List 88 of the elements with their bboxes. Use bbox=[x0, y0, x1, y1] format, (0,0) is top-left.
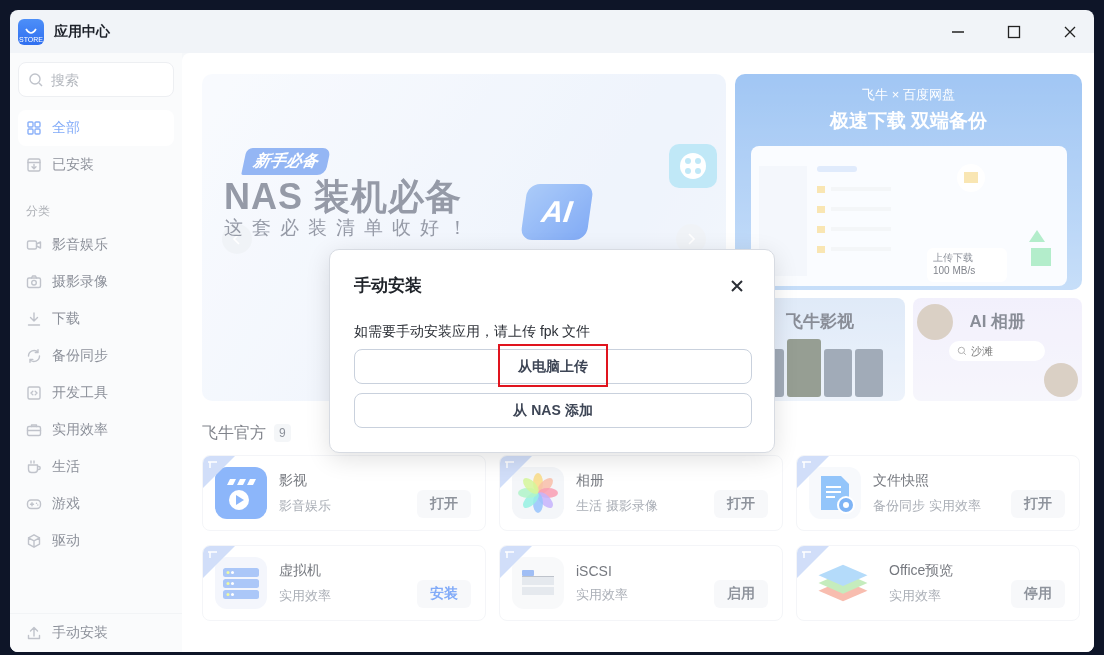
banner-subline: 这套必装清单收好！ bbox=[224, 216, 476, 240]
sidebar-item[interactable]: 影音娱乐 bbox=[18, 227, 174, 263]
upload-option-button[interactable]: 从 NAS 添加 bbox=[354, 393, 752, 428]
storage-rack-icon bbox=[512, 557, 564, 609]
banner-headline: NAS 装机必备 bbox=[224, 177, 462, 217]
app-action-button[interactable]: 打开 bbox=[417, 490, 471, 518]
photo-placeholder bbox=[1044, 363, 1078, 397]
app-tags: 影音娱乐 bbox=[279, 496, 405, 515]
corner-ribbon bbox=[500, 456, 532, 488]
search-text: 沙滩 bbox=[971, 343, 994, 359]
category-heading: 分类 bbox=[25, 203, 51, 220]
app-name: 相册 bbox=[576, 471, 605, 490]
sidebar-item[interactable]: 驱动 bbox=[18, 523, 174, 559]
app-card[interactable]: Office预览 实用效率 停用 bbox=[796, 545, 1080, 621]
grid-icon bbox=[26, 120, 42, 136]
app-name: Office预览 bbox=[889, 561, 955, 580]
speed-label: 上传下载 bbox=[933, 251, 974, 265]
dialog-message: 如需要手动安装应用，请上传 fpk 文件 bbox=[354, 323, 592, 341]
flower-app-icon bbox=[512, 467, 564, 519]
app-tags: 实用效率 bbox=[576, 585, 702, 604]
sidebar-item[interactable]: 备份同步 bbox=[18, 338, 174, 374]
search-icon bbox=[28, 72, 44, 88]
cube-icon bbox=[26, 533, 42, 549]
app-name: 文件快照 bbox=[873, 471, 930, 490]
sidebar-item[interactable]: 已安装 bbox=[18, 147, 174, 183]
gamepad-icon bbox=[26, 496, 42, 512]
installed-icon bbox=[26, 157, 42, 173]
photos-tile[interactable]: AI 相册 沙滩 bbox=[912, 298, 1082, 401]
tile-title: AI 相册 bbox=[969, 311, 1026, 333]
video-icon bbox=[26, 237, 42, 253]
app-card[interactable]: 相册 生活 摄影录像 打开 bbox=[499, 455, 783, 531]
film-app-icon bbox=[215, 467, 267, 519]
photo-placeholder bbox=[916, 304, 953, 340]
app-action-button[interactable]: 安装 bbox=[417, 580, 471, 608]
briefcase-icon bbox=[26, 422, 42, 438]
app-card[interactable]: 虚拟机 实用效率 安装 bbox=[202, 545, 486, 621]
sidebar-item[interactable]: 开发工具 bbox=[18, 375, 174, 411]
document-camera-icon bbox=[809, 467, 861, 519]
search-icon bbox=[957, 346, 968, 356]
corner-ribbon bbox=[203, 456, 235, 488]
server-stack-icon bbox=[215, 557, 267, 609]
upload-icon bbox=[26, 625, 42, 641]
corner-ribbon bbox=[500, 546, 532, 578]
promo-headline: 极速下载 双端备份 bbox=[829, 109, 988, 133]
sidebar-item[interactable]: 游戏 bbox=[18, 486, 174, 522]
maximize-icon[interactable] bbox=[1006, 23, 1022, 40]
sidebar-item[interactable]: 生活 bbox=[18, 449, 174, 485]
close-button[interactable] bbox=[730, 278, 744, 293]
tile-title: 飞牛影视 bbox=[785, 311, 854, 333]
app-action-button[interactable]: 启用 bbox=[714, 580, 768, 608]
app-tags: 备份同步 实用效率 bbox=[873, 496, 999, 515]
corner-ribbon bbox=[203, 546, 235, 578]
corner-ribbon bbox=[797, 546, 829, 578]
app-name: 虚拟机 bbox=[279, 561, 322, 580]
app-card[interactable]: 文件快照 备份同步 实用效率 打开 bbox=[796, 455, 1080, 531]
sidebar-item[interactable]: 摄影录像 bbox=[18, 264, 174, 300]
banner-tag: 新手必备 bbox=[241, 148, 331, 175]
upload-option-button[interactable]: 从电脑上传 bbox=[354, 349, 752, 384]
promo-kicker: 飞牛 × 百度网盘 bbox=[862, 86, 955, 104]
app-tags: 生活 摄影录像 bbox=[576, 496, 702, 515]
search-field[interactable]: 搜索 bbox=[18, 62, 174, 97]
sync-icon bbox=[26, 348, 42, 364]
smile-curve-icon bbox=[25, 27, 37, 36]
sidebar-item[interactable]: 下载 bbox=[18, 301, 174, 337]
download-icon bbox=[26, 311, 42, 327]
promo-banner[interactable]: 飞牛 × 百度网盘 极速下载 双端备份 上传下载 100 MB/s bbox=[735, 74, 1082, 290]
app-action-button[interactable]: 打开 bbox=[714, 490, 768, 518]
dialog-title: 手动安装 bbox=[354, 275, 422, 297]
corner-ribbon bbox=[797, 456, 829, 488]
camera-icon bbox=[26, 274, 42, 290]
film-reel-icon bbox=[667, 142, 719, 190]
app-tags: 实用效率 bbox=[889, 586, 999, 605]
app-action-button[interactable]: 停用 bbox=[1011, 580, 1065, 608]
section-title: 飞牛官方 bbox=[202, 422, 266, 443]
app-action-button[interactable]: 打开 bbox=[1011, 490, 1065, 518]
ai-badge: AI bbox=[520, 184, 594, 240]
app-name: 影视 bbox=[279, 471, 308, 490]
window-title: 应用中心 bbox=[54, 22, 111, 41]
app-name: iSCSI bbox=[576, 562, 613, 579]
app-tags: 实用效率 bbox=[279, 586, 405, 605]
code-icon bbox=[26, 385, 42, 401]
sidebar-item[interactable]: 全部 bbox=[18, 110, 174, 146]
count-badge: 9 bbox=[274, 424, 291, 442]
app-card[interactable]: iSCSI 实用效率 启用 bbox=[499, 545, 783, 621]
sidebar-item[interactable]: 实用效率 bbox=[18, 412, 174, 448]
app-card[interactable]: 影视 影音娱乐 打开 bbox=[202, 455, 486, 531]
cup-icon bbox=[26, 459, 42, 475]
speed-value: 100 MB/s bbox=[933, 265, 977, 276]
